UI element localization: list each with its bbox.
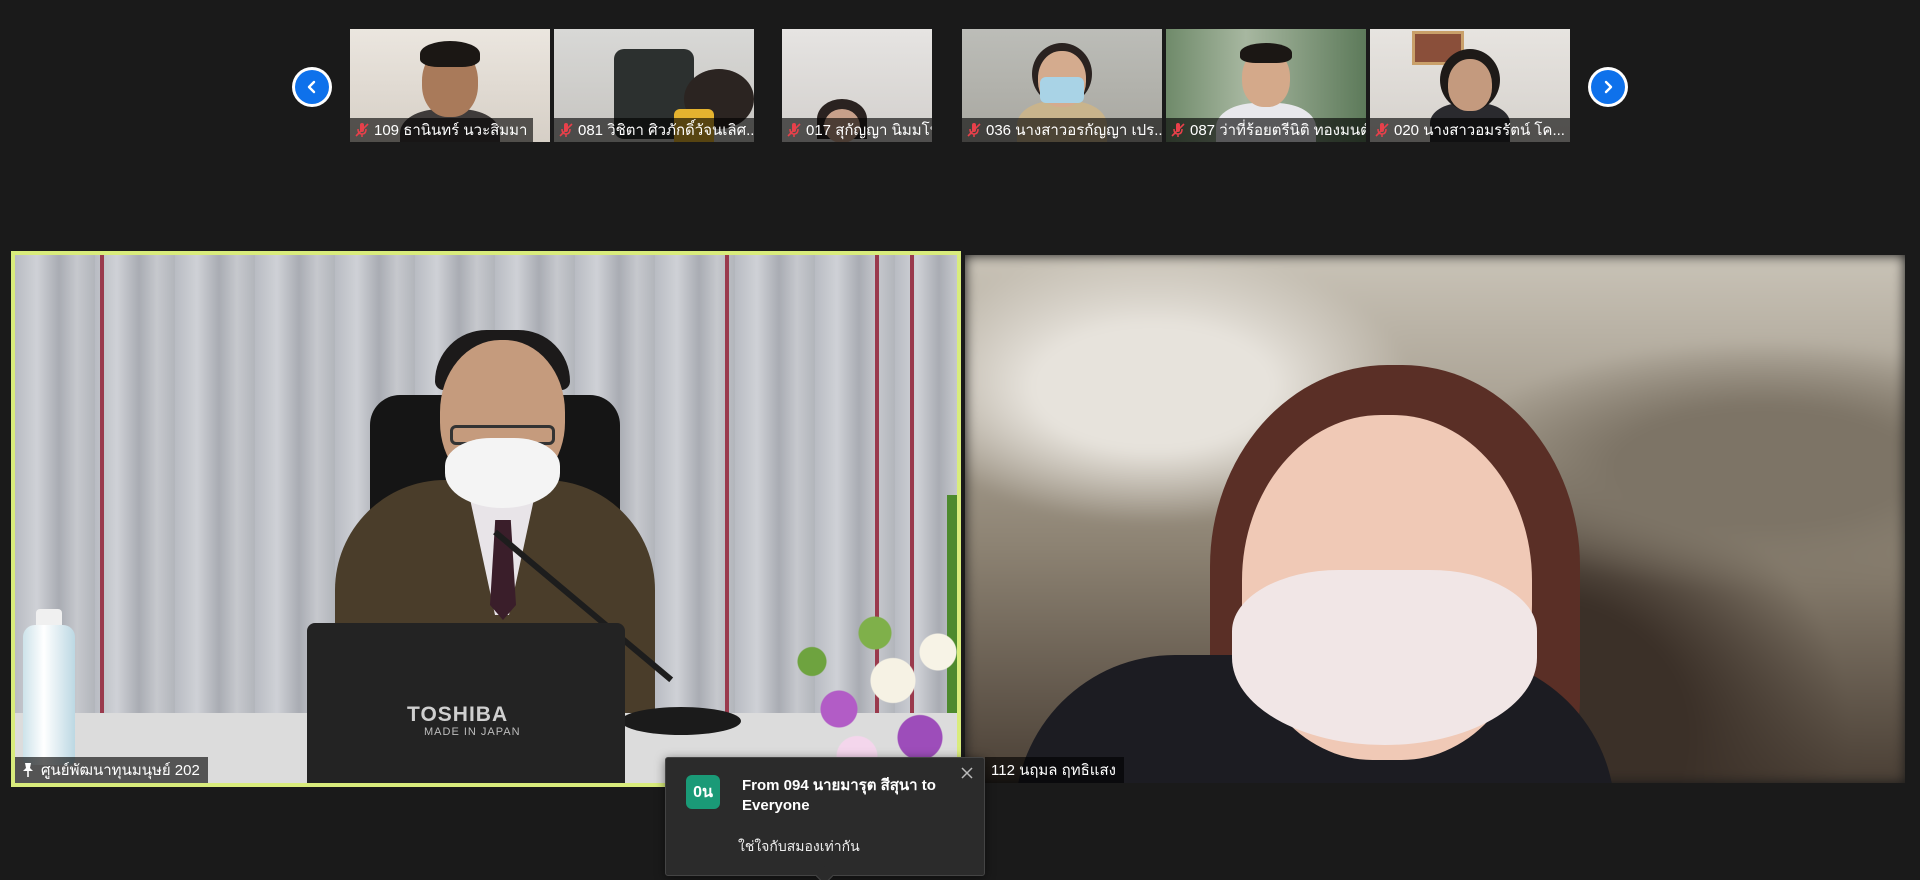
participant-name: 017 สุกัญญา นิมมโน xyxy=(782,118,932,142)
participant-name: 087 ว่าที่ร้อยตรีนิติ ทองมนต์ xyxy=(1166,118,1366,142)
participant-thumbnail[interactable]: 020 นางสาวอมรรัตน์ โค... xyxy=(1370,29,1570,142)
laptop: TOSHIBA MADE IN JAPAN xyxy=(307,623,625,783)
participant-video[interactable]: 112 นฤมล ฤทธิแสง xyxy=(965,255,1905,783)
active-speaker-video[interactable]: TOSHIBA MADE IN JAPAN ศูนย์พัฒนาทุนมนุษย… xyxy=(11,251,961,787)
participant-thumbnail[interactable]: 087 ว่าที่ร้อยตรีนิติ ทองมนต์ xyxy=(1166,29,1366,142)
chevron-right-icon xyxy=(1591,70,1625,104)
active-speaker-name: ศูนย์พัฒนาทุนมนุษย์ 202 xyxy=(15,757,208,783)
sender-avatar: 0น xyxy=(686,775,720,809)
filmstrip-prev-button[interactable] xyxy=(292,67,332,107)
close-icon xyxy=(961,767,973,779)
participant-name: 036 นางสาวอรกัญญา เปร... xyxy=(962,118,1162,142)
chat-notification-message: ใช่ใจกับสมองเท่ากัน xyxy=(738,838,860,854)
participant-name: 081 วิชิตา ศิวภักดิ์วัจนเลิศ... xyxy=(554,118,754,142)
participant-name: 109 ธานินทร์ นวะสิมมา xyxy=(350,118,534,142)
chat-notification-title: From 094 นายมารุต สีสุนา to Everyone xyxy=(742,777,936,814)
chat-notification[interactable]: 0น From 094 นายมารุต สีสุนา to Everyone … xyxy=(665,757,985,876)
filmstrip-next-button[interactable] xyxy=(1588,67,1628,107)
muted-mic-icon xyxy=(355,123,369,137)
participant-video-name: 112 นฤมล ฤทธิแสง xyxy=(985,757,1124,783)
muted-mic-icon xyxy=(787,123,801,137)
close-notification-button[interactable] xyxy=(956,762,978,784)
participant-thumbnail[interactable]: 081 วิชิตา ศิวภักดิ์วัจนเลิศ... xyxy=(554,29,754,142)
pin-icon xyxy=(23,763,33,777)
muted-mic-icon xyxy=(1375,123,1389,137)
chevron-left-icon xyxy=(295,70,329,104)
participant-thumbnail[interactable]: 109 ธานินทร์ นวะสิมมา xyxy=(350,29,550,142)
muted-mic-icon xyxy=(1171,123,1185,137)
muted-mic-icon xyxy=(559,123,573,137)
muted-mic-icon xyxy=(967,123,981,137)
participant-name: 020 นางสาวอมรรัตน์ โค... xyxy=(1370,118,1570,142)
participant-thumbnail[interactable]: 017 สุกัญญา นิมมโน xyxy=(782,29,932,142)
participant-thumbnail[interactable]: 036 นางสาวอรกัญญา เปร... xyxy=(962,29,1162,142)
